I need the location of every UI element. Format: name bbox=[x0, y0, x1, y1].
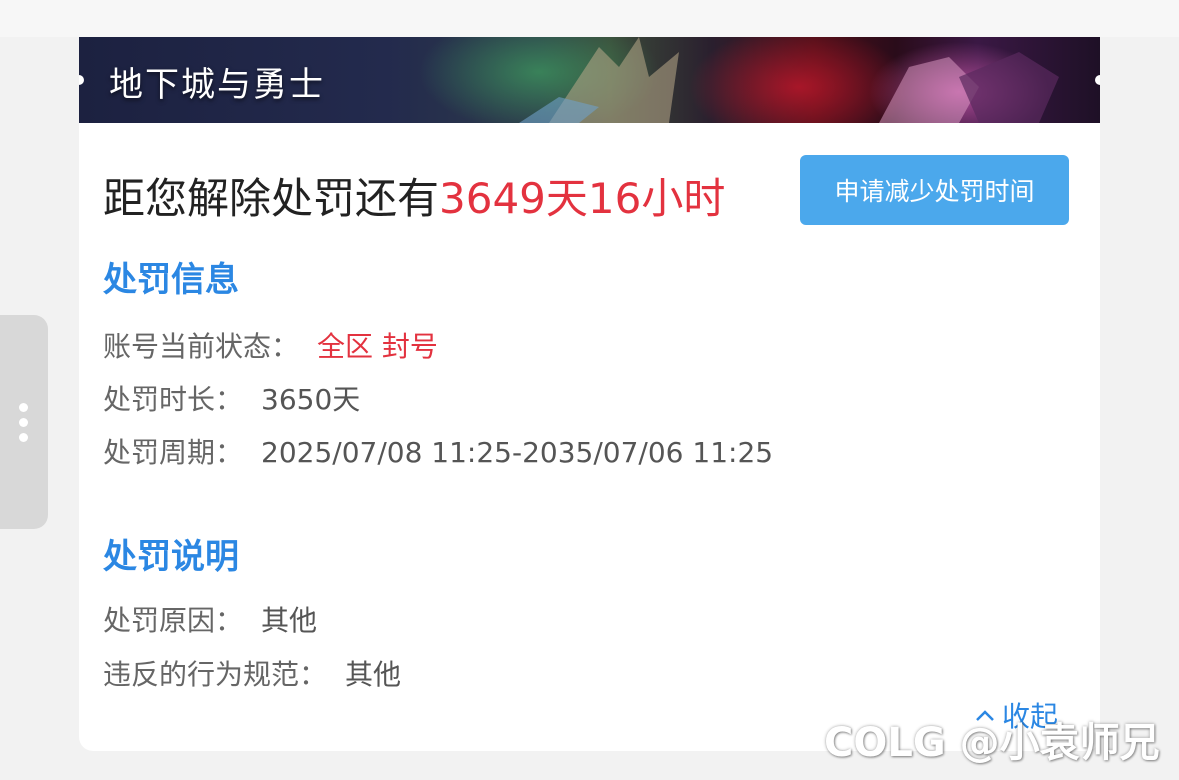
side-drawer-handle[interactable] bbox=[0, 315, 48, 529]
account-status-row: 账号当前状态： 全区 封号 bbox=[103, 325, 438, 365]
handle-dot-icon bbox=[19, 418, 28, 427]
account-status-value: 全区 封号 bbox=[317, 330, 438, 363]
row-label: 违反的行为规范： bbox=[103, 658, 328, 691]
penalty-duration-value: 3650天 bbox=[261, 383, 361, 416]
penalty-desc-title: 处罚说明 bbox=[103, 537, 239, 577]
countdown-remaining: 3649天16小时 bbox=[439, 174, 726, 223]
reduce-penalty-button[interactable]: 申请减少处罚时间 bbox=[800, 155, 1069, 225]
penalty-reason-row: 处罚原因： 其他 bbox=[103, 599, 317, 639]
game-banner: 地下城与勇士 bbox=[79, 37, 1100, 123]
penalty-reason-value: 其他 bbox=[261, 604, 318, 637]
penalty-card: 地下城与勇士 距您解除处罚还有3649天16小时 申请减少处罚时间 处罚信息 账… bbox=[79, 37, 1100, 751]
penalty-period-row: 处罚周期： 2025/07/08 11:25-2035/07/06 11:25 bbox=[103, 431, 773, 471]
row-label: 处罚原因： bbox=[103, 604, 244, 637]
banner-right-dot bbox=[1095, 75, 1100, 85]
violated-rule-row: 违反的行为规范： 其他 bbox=[103, 653, 401, 693]
countdown-prefix: 距您解除处罚还有 bbox=[103, 174, 440, 223]
row-label: 账号当前状态： bbox=[103, 330, 300, 363]
handle-dot-icon bbox=[19, 433, 28, 442]
top-bar bbox=[0, 0, 1179, 37]
penalty-duration-row: 处罚时长： 3650天 bbox=[103, 378, 360, 418]
handle-dot-icon bbox=[19, 403, 28, 412]
row-label: 处罚时长： bbox=[103, 383, 244, 416]
violated-rule-value: 其他 bbox=[345, 658, 402, 691]
banner-title: 地下城与勇士 bbox=[109, 65, 325, 105]
penalty-countdown: 距您解除处罚还有3649天16小时 bbox=[103, 165, 725, 226]
watermark: COLG @小袁师兄 bbox=[824, 720, 1160, 766]
penalty-period-value: 2025/07/08 11:25-2035/07/06 11:25 bbox=[261, 436, 774, 469]
penalty-info-title: 处罚信息 bbox=[103, 260, 239, 300]
row-label: 处罚周期： bbox=[103, 436, 244, 469]
